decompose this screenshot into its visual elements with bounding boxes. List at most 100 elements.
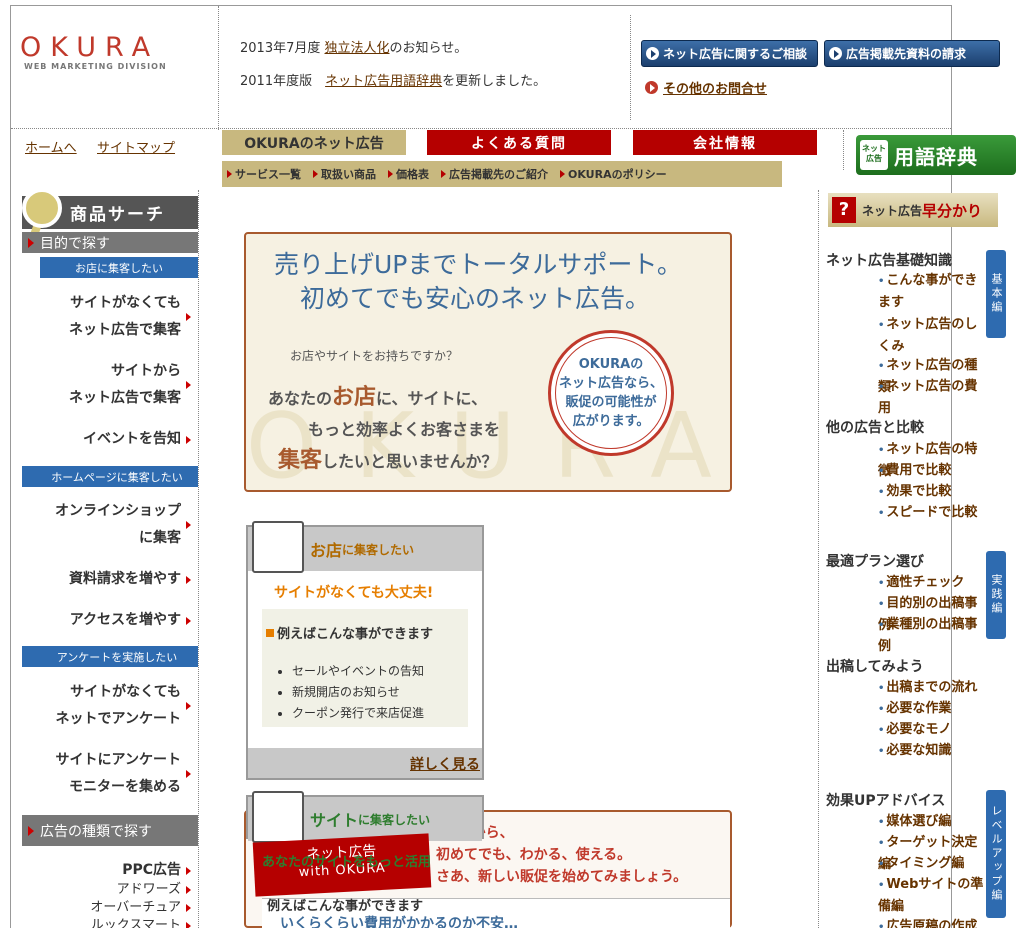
arrow-icon [560, 170, 565, 178]
shop-card: お店に集客したい サイトがなくても大丈夫! 例えばこんな事ができます セールやイ… [246, 521, 484, 780]
right-nav-item[interactable]: • 効果で比較 [878, 481, 988, 503]
subhead-shop: お店に集客したい [36, 257, 198, 278]
news-date: 2013年7月度 [240, 41, 325, 56]
site-examples-heading: 例えばこんな事ができます [267, 899, 424, 914]
quick-guide-big: 早分かり [922, 201, 983, 220]
news-link[interactable]: ネット広告用語辞典 [325, 74, 442, 89]
quick-guide-small: ネット広告 [862, 203, 923, 218]
shop-card-title: お店 [310, 541, 343, 560]
right-nav-label: 費用で比較 [886, 463, 952, 478]
other-inquiry-label[interactable]: その他のお問合せ [663, 78, 767, 97]
tab-basic[interactable]: 基本編 [986, 250, 1006, 338]
bullet-icon: • [878, 922, 885, 928]
shop-icon [252, 521, 304, 573]
left-item-event[interactable]: イベントを告知 [83, 426, 191, 453]
news-link[interactable]: 独立法人化 [325, 41, 390, 56]
consult-button[interactable]: ネット広告に関するご相談 [641, 40, 818, 67]
dictionary-banner[interactable]: ネット広告 用語辞典 [856, 135, 1016, 175]
right-nav-item[interactable]: • 必要なモノ [878, 719, 988, 741]
materials-button[interactable]: 広告掲載先資料の請求 [824, 40, 1000, 67]
hero-banner: OKURA 売り上げUPまでトータルサポート。 初めてでも安心のネット広告。 お… [244, 232, 732, 492]
left-item-no-site-ads[interactable]: サイトがなくても ネット広告で集客 [69, 290, 191, 344]
subnav-item-policy[interactable]: OKURAのポリシー [560, 166, 667, 182]
right-nav-item[interactable]: • 必要な作業 [878, 698, 988, 720]
bullet-icon: • [878, 838, 885, 849]
hero-title-line-2: 初めてでも安心のネット広告。 [300, 284, 651, 313]
left-item-access[interactable]: アクセスを増やす [70, 607, 192, 634]
left-item-requests[interactable]: 資料請求を増やす [69, 566, 191, 593]
search-by-purpose: 目的で探す [22, 232, 198, 253]
subnav-item-prices[interactable]: 価格表 [388, 166, 429, 182]
left-item-looksmart[interactable]: ルックスマート [91, 917, 192, 928]
right-nav-item[interactable]: • ネット広告の費用 [878, 376, 988, 419]
header-divider-bottom [11, 128, 951, 129]
bullet-icon: • [878, 276, 885, 287]
subnav-item-services[interactable]: サービス一覧 [227, 166, 301, 182]
right-nav-item[interactable]: • 費用で比較 [878, 460, 988, 482]
right-nav-item[interactable]: • 媒体選び編 [878, 811, 988, 833]
subhead-hp: ホームページに集客したい [22, 466, 198, 487]
left-item-site-ads[interactable]: サイトから ネット広告で集客 [69, 358, 191, 412]
right-nav-label: 広告原稿の作成編 [886, 919, 978, 928]
right-nav-item[interactable]: • タイミング編 [878, 853, 988, 875]
dictionary-small-label: ネット広告 [860, 140, 888, 170]
other-inquiry-link[interactable]: その他のお問合せ [645, 78, 767, 97]
bullet-icon: • [878, 320, 885, 331]
bullet-icon: • [878, 880, 885, 891]
news-text: を更新しました。 [442, 74, 547, 89]
right-nav-item[interactable]: • スピードで比較 [878, 502, 988, 524]
right-nav-item[interactable]: • 必要な知識 [878, 740, 988, 762]
left-item-online-shop[interactable]: オンラインショップ に集客 [55, 498, 191, 552]
site-copy-line-3: さあ、新しい販促を始めてみましょう。 [436, 869, 688, 885]
right-sidebar-divider [818, 190, 819, 928]
right-nav-item[interactable]: •広告原稿の作成編 [878, 916, 988, 928]
subnav-item-products[interactable]: 取扱い商品 [313, 166, 376, 182]
right-nav-label: 適性チェック [886, 575, 965, 590]
bullet-icon: • [878, 817, 885, 828]
examples-heading: 例えばこんな事ができます [266, 623, 433, 642]
right-section-title: 出稿してみよう [826, 659, 924, 675]
sitemap-link[interactable]: サイトマップ [97, 137, 175, 156]
left-item-survey-monitor[interactable]: サイトにアンケート モニターを集める [56, 747, 192, 801]
right-nav-item[interactable]: • 業種別の出稿事例 [878, 614, 988, 657]
right-nav-item[interactable]: • こんな事ができます [878, 270, 988, 313]
quick-guide-heading: ? ネット広告 早分かり [828, 193, 998, 227]
hero-title-line-1: 売り上げUPまでトータルサポート。 [274, 250, 682, 279]
more-link[interactable]: 詳しく見る [410, 757, 480, 773]
right-nav-item[interactable]: • 適性チェック [878, 572, 988, 594]
arrow-icon [441, 170, 446, 178]
right-nav-item[interactable]: • 出稿までの流れ [878, 677, 988, 699]
bullet-icon: • [878, 508, 885, 519]
right-nav-label: 必要な作業 [886, 701, 952, 716]
shop-card-title-small: に集客したい [342, 542, 415, 557]
hero-seal: OKURAの ネット広告なら、 販促の可能性が 広がります。 [548, 330, 674, 456]
tab-levelup[interactable]: レベルアップ編 [986, 790, 1006, 918]
arrow-icon [313, 170, 318, 178]
right-nav-label: 必要な知識 [886, 743, 952, 758]
home-link[interactable]: ホームへ [25, 137, 77, 156]
left-item-adwords[interactable]: アドワーズ [117, 881, 192, 899]
hero-copy: あなたのお店に、サイトに、 もっと効率よくお客さまを 集客したいと思いませんか？ [268, 385, 501, 473]
hero-title: 売り上げUPまでトータルサポート。 初めてでも安心のネット広告。 [274, 248, 682, 316]
tab-faq[interactable]: よくある質問 [427, 130, 611, 155]
tab-practice[interactable]: 実践編 [986, 551, 1006, 639]
left-item-survey-no-site[interactable]: サイトがなくても ネットでアンケート [56, 679, 192, 733]
shop-card-tagline: サイトがなくても大丈夫! [274, 585, 434, 601]
tab-okura-ads[interactable]: OKURAのネット広告 [222, 130, 406, 155]
left-item-overture[interactable]: オーバーチュア [90, 899, 191, 917]
right-nav-item[interactable]: • ネット広告のしくみ [878, 314, 988, 357]
left-item-ppc[interactable]: PPC広告 [122, 857, 191, 884]
right-nav-item[interactable]: • Webサイトの準備編 [878, 874, 988, 917]
tab-company[interactable]: 会社情報 [633, 130, 817, 155]
right-nav-label: こんな事ができます [878, 273, 978, 310]
computer-icon [252, 791, 304, 843]
site-question[interactable]: いくらくらい費用がかかるのか不安… [280, 913, 518, 928]
right-section-title: 効果UPアドバイス [826, 793, 946, 809]
subnav-item-media[interactable]: 広告掲載先のご紹介 [441, 166, 548, 182]
site-card-header[interactable]: サイト に集客したい [246, 791, 484, 843]
right-section-title: 他の広告と比較 [826, 420, 924, 436]
logo[interactable]: OKURA [20, 32, 159, 63]
example-item: 新規開店のお知らせ [292, 682, 424, 703]
consult-label: ネット広告に関するご相談 [663, 47, 808, 61]
bullet-icon: • [878, 361, 885, 372]
